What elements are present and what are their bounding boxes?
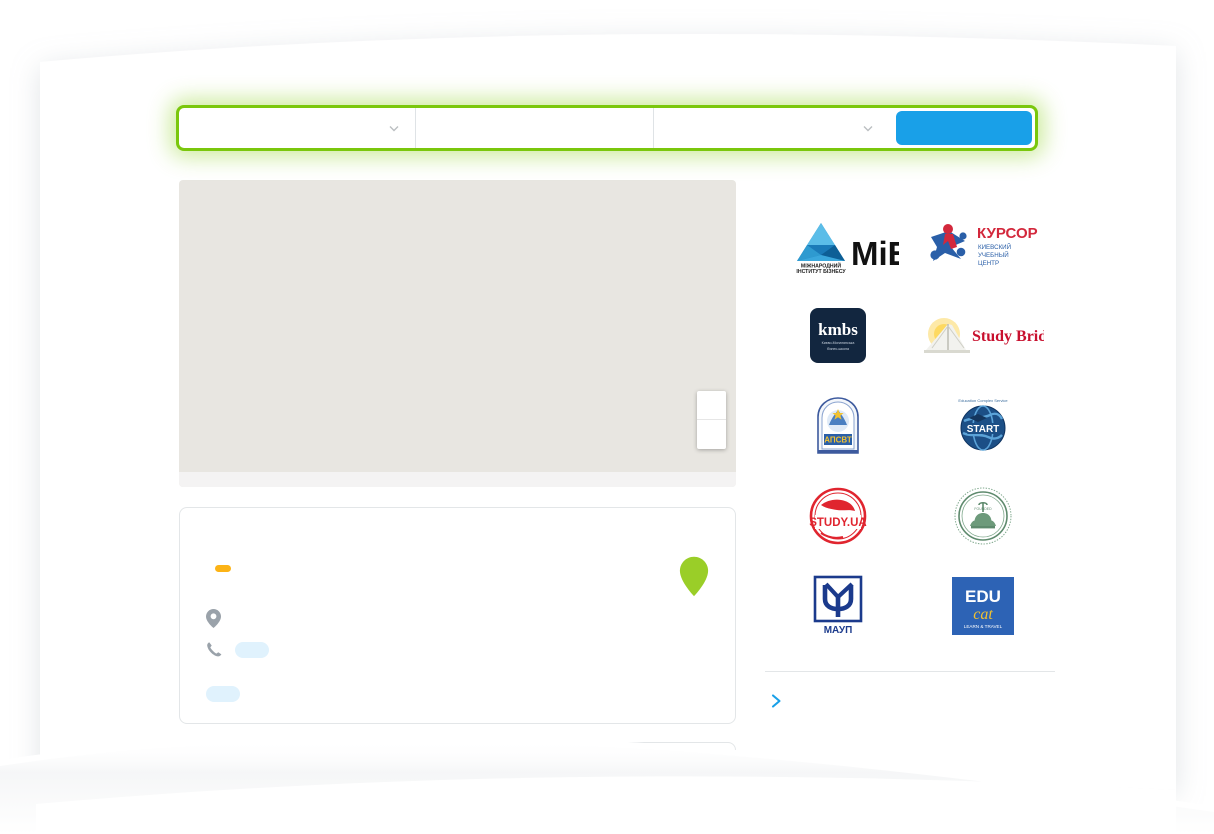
study-ua-logo: STUDY.UA: [809, 487, 867, 544]
sidebar-divider: [765, 671, 1055, 672]
educat-logo: EDU cat LEARN & TRAVEL: [951, 576, 1014, 635]
partner-logo-study-bridge[interactable]: Study Bridge: [910, 304, 1055, 367]
zoom-in-button[interactable]: [697, 391, 726, 420]
city-select[interactable]: [179, 108, 416, 148]
result-card-next: [179, 742, 736, 832]
street-input[interactable]: [430, 119, 639, 137]
location-pin-icon: [206, 609, 221, 628]
svg-text:Education Complex Service: Education Complex Service: [958, 398, 1008, 403]
search-bar: [176, 105, 1038, 151]
show-phone-button[interactable]: [235, 641, 269, 658]
radius-input[interactable]: [668, 119, 855, 137]
result-phone-row: [206, 641, 269, 658]
map-container[interactable]: [179, 180, 736, 487]
become-leading-kindergarten-link[interactable]: [765, 694, 782, 708]
city-input[interactable]: [193, 119, 381, 137]
partner-logo-study-ua[interactable]: STUDY.UA: [765, 484, 910, 547]
svg-text:EDU: EDU: [965, 587, 1001, 606]
partner-logo-start[interactable]: START Education Complex Service: [910, 394, 1055, 457]
svg-text:FOUNDED: FOUNDED: [974, 507, 992, 511]
svg-text:ЦЕНТР: ЦЕНТР: [978, 260, 999, 267]
svg-text:Study Bridge: Study Bridge: [972, 328, 1044, 345]
sidebar: МІЖНАРОДНИЙ ІНСТИТУТ БІЗНЕСУ МіБ: [765, 178, 1055, 708]
kursor-logo: КУРСОР КИЕВСКИЙ УЧЕБНЫЙ ЦЕНТР: [929, 223, 1038, 267]
partner-logo-educat[interactable]: EDU cat LEARN & TRAVEL: [910, 574, 1055, 637]
svg-text:КУРСОР: КУРСОР: [977, 225, 1038, 242]
chevron-right-icon: [771, 694, 781, 708]
maup-logo: МАУП: [813, 575, 862, 636]
svg-text:START: START: [966, 424, 999, 435]
zoom-out-button[interactable]: [697, 420, 726, 449]
result-card: [179, 507, 736, 724]
result-title-row: [206, 565, 231, 572]
partner-logo-kursor[interactable]: КУРСОР КИЕВСКИЙ УЧЕБНЫЙ ЦЕНТР: [910, 214, 1055, 277]
svg-text:МАУП: МАУП: [823, 625, 852, 636]
svg-text:STUDY.UA: STUDY.UA: [809, 517, 867, 529]
chevron-down-icon: [389, 126, 399, 132]
radius-select[interactable]: [654, 108, 889, 148]
study-bridge-logo: Study Bridge: [923, 317, 1044, 353]
partner-logo-kmbs[interactable]: kmbs Києво-Могилянська бізнес-школа: [765, 304, 910, 367]
svg-text:бізнес-школа: бізнес-школа: [827, 347, 849, 351]
premium-badge: [215, 565, 231, 572]
partner-logo-seal[interactable]: FOUNDED: [910, 484, 1055, 547]
map-attribution: [179, 472, 736, 487]
partner-logo-mib[interactable]: МІЖНАРОДНИЙ ІНСТИТУТ БІЗНЕСУ МіБ: [765, 214, 910, 277]
svg-text:УЧЕБНЫЙ: УЧЕБНЫЙ: [978, 251, 1009, 259]
map-tiles: [179, 180, 736, 487]
map-zoom-controls: [697, 391, 726, 449]
svg-text:Києво-Могилянська: Києво-Могилянська: [821, 341, 854, 345]
chevron-down-icon: [863, 126, 873, 132]
search-submit-button[interactable]: [896, 111, 1032, 145]
svg-text:kmbs: kmbs: [818, 320, 858, 339]
svg-text:ІНСТИТУТ БІЗНЕСУ: ІНСТИТУТ БІЗНЕСУ: [796, 269, 846, 275]
kmbs-logo: kmbs Києво-Могилянська бізнес-школа: [809, 308, 866, 363]
apsvt-logo: АПСВТ: [816, 396, 859, 454]
svg-text:АПСВТ: АПСВТ: [824, 435, 852, 444]
street-field[interactable]: [416, 108, 654, 148]
svg-text:cat: cat: [973, 606, 993, 623]
svg-text:МіБ: МіБ: [851, 235, 899, 272]
phone-icon: [207, 642, 222, 657]
partner-logo-apsvt[interactable]: АПСВТ: [765, 394, 910, 457]
partner-logo-maup[interactable]: МАУП: [765, 574, 910, 637]
partner-logos-grid: МІЖНАРОДНИЙ ІНСТИТУТ БІЗНЕСУ МіБ: [765, 214, 1055, 637]
seal-logo: FOUNDED: [954, 487, 1011, 544]
mib-logo: МІЖНАРОДНИЙ ІНСТИТУТ БІЗНЕСУ МіБ: [796, 222, 899, 275]
result-details-row: [206, 681, 240, 702]
start-logo: START Education Complex Service: [958, 398, 1008, 451]
svg-text:КИЕВСКИЙ: КИЕВСКИЙ: [978, 243, 1011, 251]
svg-text:LEARN & TRAVEL: LEARN & TRAVEL: [963, 624, 1002, 629]
details-button[interactable]: [206, 686, 240, 702]
result-map-pin: [679, 556, 709, 597]
result-address-row: [206, 609, 245, 628]
